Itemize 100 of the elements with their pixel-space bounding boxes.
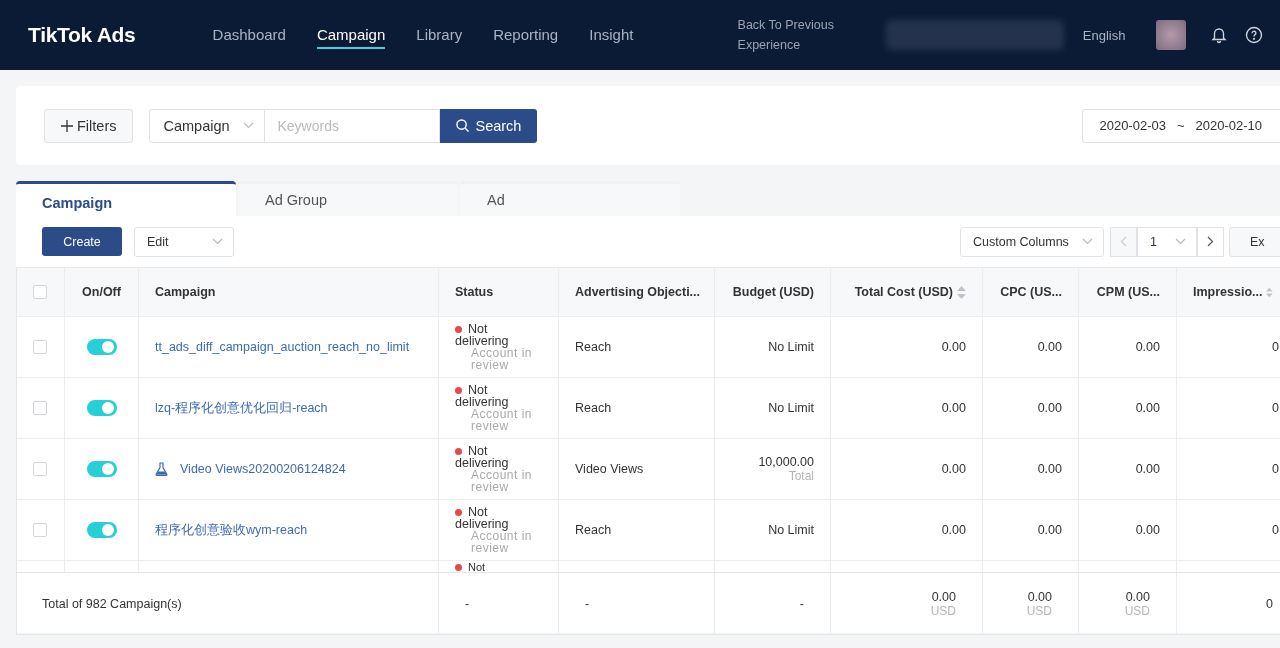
export-button[interactable]: Ex	[1229, 226, 1280, 257]
back-link[interactable]: Back To Previous Experience	[737, 15, 847, 55]
value-text: 0.00	[941, 523, 966, 537]
value-text: 0	[1272, 340, 1279, 354]
column-header[interactable]: Budget (USD)	[715, 268, 831, 316]
nav-tab[interactable]: Campaign	[316, 21, 386, 49]
value-text: 0.00	[941, 401, 966, 415]
status-detail: Account in review	[471, 530, 534, 554]
value-text: 0.00	[1037, 462, 1062, 476]
help-icon[interactable]	[1245, 26, 1263, 44]
campaign-link[interactable]: lzq-程序化创意优化回归-reach	[155, 399, 328, 417]
on-off-switch[interactable]	[86, 400, 117, 416]
row-checkbox[interactable]	[33, 523, 47, 537]
next-page-button[interactable]	[1197, 226, 1224, 257]
objective-text: Reach	[575, 523, 612, 537]
on-off-switch[interactable]	[86, 461, 117, 477]
campaign-link[interactable]: tt_ads_diff_campaign_auction_reach_no_limit	[155, 340, 410, 354]
chevron-left-icon	[1120, 236, 1127, 247]
value-text: 0	[1272, 523, 1279, 537]
column-header[interactable]: CPC (US...	[983, 268, 1079, 316]
value-text: 0.00	[1027, 589, 1052, 604]
objective-text: Video Views	[575, 462, 644, 476]
row-checkbox[interactable]	[33, 340, 47, 354]
page-select[interactable]: 1	[1137, 226, 1197, 257]
column-header: Status	[439, 268, 559, 316]
table-cell: -	[559, 573, 715, 634]
sort-icon[interactable]	[957, 285, 966, 299]
value-text: No Limit	[768, 523, 814, 537]
objective-text: Reach	[575, 401, 612, 415]
chevron-down-icon	[1082, 238, 1093, 245]
value-text: 0.00	[931, 589, 956, 604]
value-text: 0.00	[1037, 401, 1062, 415]
sort-icon[interactable]	[1266, 285, 1273, 299]
nav-tab[interactable]: Dashboard	[212, 21, 286, 49]
value-text: No Limit	[768, 340, 814, 354]
chevron-down-icon	[243, 122, 255, 129]
table-cell: -	[439, 573, 559, 634]
value-text: 0	[1272, 462, 1279, 476]
unit-text: USD	[1124, 603, 1150, 618]
campaign-link[interactable]: Video Views20200206124824	[180, 462, 346, 476]
table-cell: -	[715, 573, 831, 634]
status-text: Not delivering	[455, 384, 509, 408]
chevron-right-icon	[1207, 236, 1214, 247]
nav-tab[interactable]: Reporting	[493, 21, 559, 49]
avatar[interactable]	[1156, 20, 1186, 50]
status-text: Not delivering	[455, 323, 509, 347]
unit-text: USD	[1026, 603, 1052, 618]
nav-tab[interactable]: Library	[416, 21, 463, 49]
language-selector[interactable]: English	[1082, 27, 1126, 43]
column-header: Campaign	[139, 268, 439, 316]
filters-button[interactable]: Filters	[44, 108, 134, 143]
edit-dropdown[interactable]: Edit	[134, 226, 234, 257]
on-off-switch[interactable]	[86, 339, 117, 355]
status-detail: Account in review	[471, 469, 534, 493]
value-text: 0.00	[1125, 589, 1150, 604]
date-range-field[interactable]: 2020-02-03 ~ 2020-02-10	[1082, 108, 1280, 143]
keywords-field[interactable]: Keywords	[265, 108, 441, 143]
column-title: CPC (US...	[1000, 285, 1062, 299]
status-text: Not delivering	[455, 506, 509, 530]
table-cell: Total of 982 Campaign(s)	[17, 573, 439, 634]
row-checkbox[interactable]	[33, 462, 47, 476]
value-text: No Limit	[768, 401, 814, 415]
value-text: 0.00	[941, 462, 966, 476]
scope-select[interactable]: Campaign	[149, 108, 266, 143]
level-tab[interactable]: Campaign	[16, 181, 236, 216]
end-date: 2020-02-10	[1195, 118, 1263, 133]
column-title: CPM (US...	[1096, 285, 1160, 299]
status-detail: Account in review	[471, 408, 534, 432]
value-text: 0	[1272, 401, 1279, 415]
unit-text: USD	[930, 603, 956, 618]
logo[interactable]: TikTok Ads	[28, 23, 213, 47]
plus-icon	[61, 119, 73, 132]
date-separator: ~	[1176, 118, 1185, 133]
create-button[interactable]: Create	[42, 227, 122, 256]
column-header[interactable]: Total Cost (USD)	[831, 268, 983, 316]
column-header[interactable]: CPM (US...	[1079, 268, 1177, 316]
search-icon	[456, 119, 470, 132]
budget-note: Total	[788, 469, 814, 483]
column-header: On/Off	[65, 268, 139, 316]
status-detail: Account in review	[471, 347, 534, 371]
nav-tab[interactable]: Insight	[589, 21, 634, 49]
previous-page-button[interactable]	[1110, 226, 1137, 257]
campaign-link[interactable]: 程序化创意验收wym-reach	[155, 521, 308, 539]
start-date: 2020-02-03	[1099, 118, 1166, 133]
value-text: 10,000.00	[758, 455, 814, 469]
row-checkbox[interactable]	[33, 401, 47, 415]
value-text: 0.00	[1135, 340, 1160, 354]
table-cell: 0	[1177, 573, 1280, 634]
objective-text: Reach	[575, 340, 612, 354]
on-off-switch[interactable]	[86, 522, 117, 538]
status-text: Not	[455, 562, 486, 572]
value-text: 0.00	[941, 340, 966, 354]
value-text: 0.00	[1135, 523, 1160, 537]
column-title: Budget (USD)	[732, 285, 814, 299]
column-header[interactable]: Impressio...	[1177, 268, 1280, 316]
bell-icon[interactable]	[1210, 26, 1228, 44]
custom-columns-dropdown[interactable]: Custom Columns	[960, 226, 1104, 257]
select-all-checkbox[interactable]	[33, 285, 47, 299]
chevron-down-icon	[1175, 238, 1186, 245]
search-button[interactable]: Search	[440, 108, 538, 143]
